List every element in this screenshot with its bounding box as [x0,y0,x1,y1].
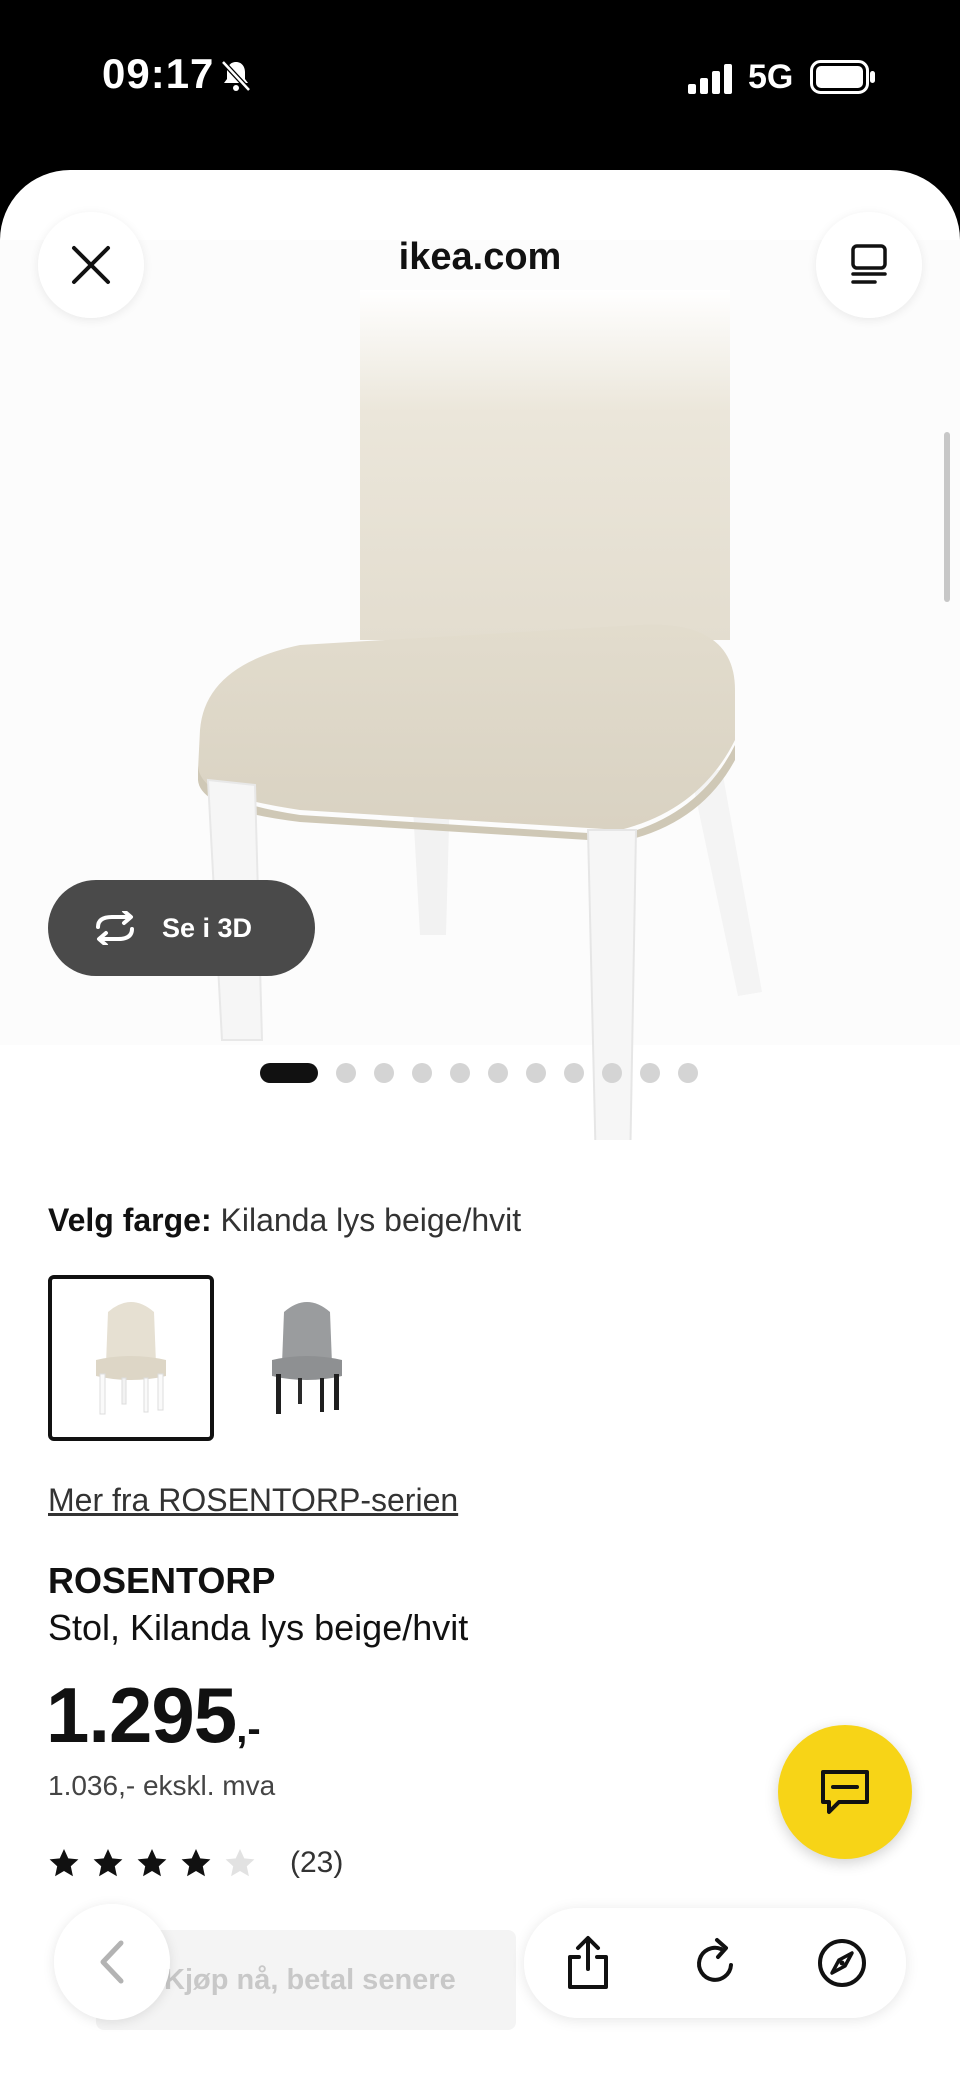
star-icon [49,1849,79,1877]
rotate-3d-icon [96,911,134,945]
browser-toolbar [524,1908,906,2018]
network-type: 5G [748,58,794,96]
chair-thumbnail-beige [96,1302,166,1415]
price-ex-vat: 1.036,- ekskl. mva [48,1770,276,1801]
buy-now-pay-later-label: Kjøp nå, betal senere [164,1963,456,1996]
price: 1.295,- [46,1670,261,1761]
view-3d-label: Se i 3D [162,912,253,943]
carousel-dot[interactable] [602,1063,622,1083]
reload-icon [697,1938,733,1982]
chat-icon [821,1770,869,1814]
carousel-dot[interactable] [488,1063,508,1083]
share-button[interactable] [556,1931,620,1995]
tabs-icon [851,244,887,284]
review-count[interactable]: (23) [290,1846,343,1880]
reload-button[interactable] [684,1931,748,1995]
chair-thumbnail-grey [272,1302,342,1414]
status-bar: 09:17 5G [0,0,960,170]
carousel-dot[interactable] [526,1063,546,1083]
back-button[interactable] [54,1904,170,2020]
compass-button[interactable] [810,1931,874,1995]
view-3d-button[interactable]: Se i 3D [48,880,315,976]
star-icon [93,1849,123,1877]
star-empty-icon [225,1849,255,1877]
product-description: Stol, Kilanda lys beige/hvit [48,1607,469,1648]
star-icon [137,1849,167,1877]
product-name: ROSENTORP [48,1560,276,1601]
color-label: Velg farge: [48,1202,212,1238]
carousel-dot[interactable] [450,1063,470,1083]
battery-icon [810,60,875,94]
status-time: 09:17 [102,50,215,97]
carousel-dot[interactable] [640,1063,660,1083]
carousel-dot[interactable] [374,1063,394,1083]
rating[interactable]: (23) [48,1846,343,1880]
share-icon [568,1936,608,1989]
product-image[interactable] [0,240,960,1140]
series-link[interactable]: Mer fra ROSENTORP-serien [48,1482,458,1519]
carousel-dot[interactable] [412,1063,432,1083]
chat-button[interactable] [778,1725,912,1859]
tabs-button[interactable] [816,212,922,318]
chevron-left-icon [100,1940,124,1984]
color-option-grey[interactable] [224,1275,390,1441]
bell-slash-icon [221,60,251,92]
browser-sheet: ikea.com Se i 3D Velg farge: Kilanda lys… [0,170,960,2087]
scroll-indicator[interactable] [944,432,950,602]
compass-icon [818,1939,866,1987]
carousel-dot[interactable] [336,1063,356,1083]
carousel-dot[interactable] [678,1063,698,1083]
carousel-dots [260,1062,716,1084]
price-main: 1.295 [46,1671,237,1759]
star-icon [181,1849,211,1877]
color-value: Kilanda lys beige/hvit [220,1202,522,1238]
price-suffix: ,- [236,1707,261,1751]
carousel-dot[interactable] [260,1063,318,1083]
signal-icon [688,64,732,94]
browser-top-bar: ikea.com [0,170,960,350]
carousel-dot[interactable] [564,1063,584,1083]
color-selector-label: Velg farge: Kilanda lys beige/hvit [48,1202,521,1239]
color-option-beige[interactable] [48,1275,214,1441]
